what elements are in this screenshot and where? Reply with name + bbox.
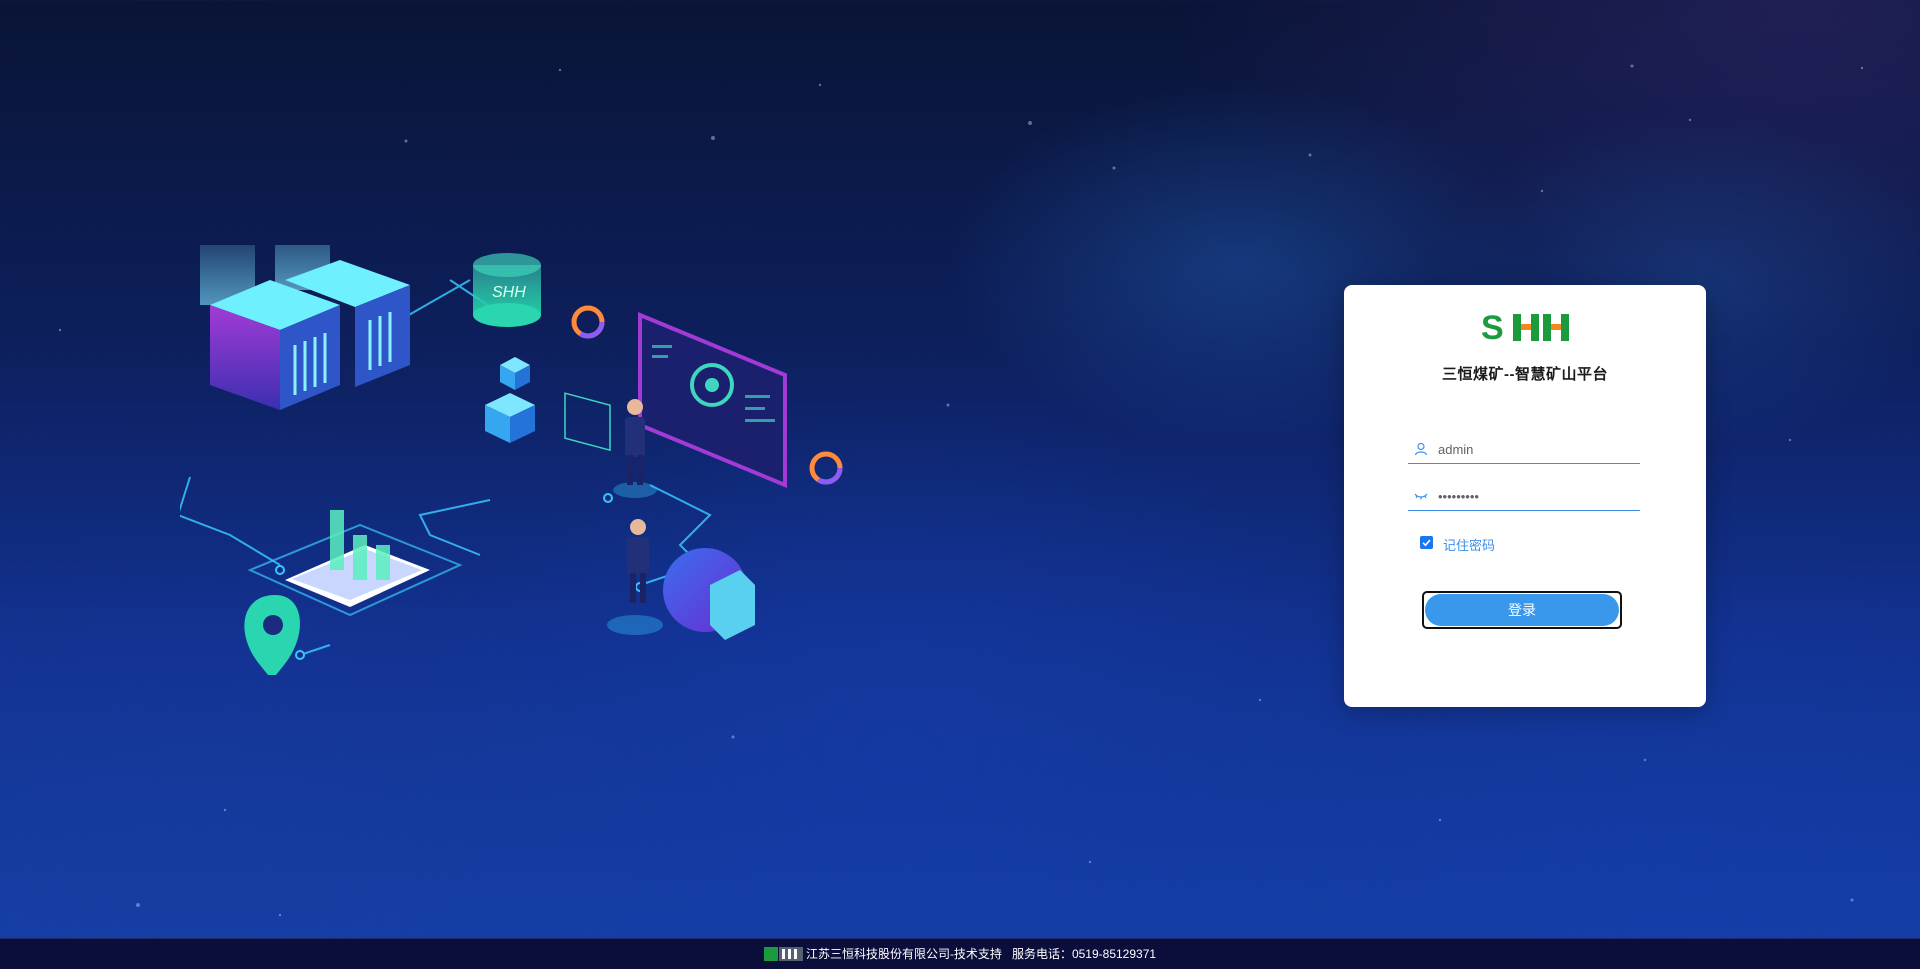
footer-shh-logo — [763, 946, 803, 961]
username-input[interactable] — [1438, 439, 1634, 459]
smart-mine-illustration: SHH — [180, 245, 843, 675]
login-button-label[interactable]: 登录 — [1425, 594, 1619, 626]
login-card: S 三恒煤矿--智慧矿山平台 记住密码 登录 — [1344, 285, 1706, 707]
eye-closed-icon — [1414, 493, 1428, 500]
remember-label[interactable]: 记住密码 — [1443, 535, 1495, 554]
password-input[interactable] — [1438, 486, 1634, 506]
footer-company: 江苏三恒科技股份有限公司-技术支持 — [805, 947, 1002, 961]
shh-logo: S — [1481, 311, 1569, 343]
svg-text:SHH: SHH — [492, 284, 526, 301]
footer-content: 江苏三恒科技股份有限公司-技术支持 服务电话：0519-85129371 — [0, 939, 1920, 969]
svg-text:S: S — [1481, 311, 1504, 343]
platform-title: 三恒煤矿--智慧矿山平台 — [1442, 366, 1608, 383]
footer: 江苏三恒科技股份有限公司-技术支持 服务电话：0519-85129371 — [0, 938, 1920, 969]
password-field — [1408, 482, 1640, 511]
remember-checkbox[interactable] — [1420, 536, 1433, 549]
username-field — [1408, 435, 1640, 464]
user-icon — [1414, 442, 1428, 456]
footer-phone-number: 0519-85129371 — [1071, 947, 1157, 961]
footer-phone-label: 服务电话： — [1011, 947, 1072, 961]
login-button[interactable]: 登录 — [1422, 591, 1622, 629]
